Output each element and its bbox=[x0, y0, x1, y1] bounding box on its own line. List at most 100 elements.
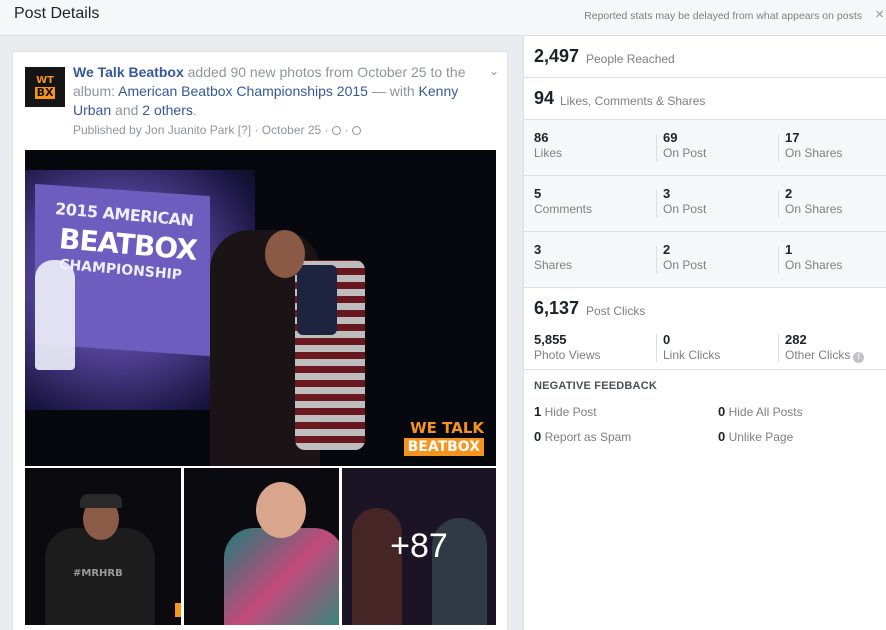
stat-label: Hide All Posts bbox=[728, 405, 803, 419]
divider bbox=[778, 334, 779, 362]
photo-views: 5,855 Photo Views bbox=[534, 332, 601, 363]
stat-label: Hide Post bbox=[544, 405, 597, 419]
divider bbox=[656, 134, 657, 162]
stat-label: On Post bbox=[663, 202, 707, 216]
post-stats-pane: 2,497 People Reached 94 Likes, Comments … bbox=[523, 36, 886, 630]
engagement-row: 94 Likes, Comments & Shares bbox=[524, 78, 886, 120]
globe-icon bbox=[351, 126, 361, 135]
performer-head bbox=[265, 230, 305, 278]
likes-total: 86 Likes bbox=[534, 130, 562, 166]
thumbnail-photo-1[interactable]: #MRHRB bbox=[25, 468, 181, 625]
meta-separator: · bbox=[344, 123, 349, 137]
post-clicks-section: 6,137 Post Clicks 5,855 Photo Views 0 Link… bbox=[524, 288, 886, 370]
stat-label: On Shares bbox=[785, 258, 843, 272]
thumb2-jacket bbox=[224, 528, 339, 625]
stat-label: Comments bbox=[534, 202, 593, 216]
post-date[interactable]: · October 25 · bbox=[254, 123, 328, 137]
post-meta: Published by Jon Juanito Park [?] · Octo… bbox=[73, 123, 361, 137]
post-clicks-value: 6,137 bbox=[534, 298, 580, 318]
link-clicks: 0 Link Clicks bbox=[663, 332, 720, 363]
stat-number: 2 bbox=[785, 186, 793, 201]
engagement-value: 94 bbox=[534, 88, 555, 108]
thumbnail-photo-3[interactable]: +87 bbox=[342, 468, 496, 625]
stat-label: Shares bbox=[534, 258, 573, 272]
stat-number: 3 bbox=[663, 186, 671, 201]
thumb1-cap bbox=[80, 494, 122, 508]
album-link[interactable]: American Beatbox Championships 2015 bbox=[118, 83, 368, 99]
stat-number: 0 bbox=[718, 404, 726, 419]
stat-label: On Shares bbox=[785, 202, 843, 216]
avatar-logo-bottom: BX bbox=[34, 85, 56, 99]
main-photo[interactable]: 2015 AMERICAN BEATBOX CHAMPIONSHIP WE TA… bbox=[25, 150, 496, 466]
stats-delay-note: Reported stats may be delayed from what … bbox=[584, 10, 862, 22]
shares-breakdown: 3 Shares 2 On Post 1 On Shares bbox=[524, 232, 886, 288]
likes-breakdown: 86 Likes 69 On Post 17 On Shares bbox=[524, 120, 886, 176]
shares-on-shares: 1 On Shares bbox=[785, 242, 842, 278]
and-text: and bbox=[111, 102, 143, 118]
comments-on-shares: 2 On Shares bbox=[785, 186, 842, 222]
stat-number: 86 bbox=[534, 130, 549, 145]
stat-label: On Post bbox=[663, 146, 707, 160]
hide-post-stat: 1 Hide Post bbox=[534, 404, 597, 419]
stat-label: Other Clicks bbox=[785, 348, 851, 362]
logo-line2: BEATBOX bbox=[403, 438, 484, 456]
chevron-down-icon[interactable]: ⌄ bbox=[489, 64, 499, 78]
more-photos-overlay[interactable]: +87 bbox=[342, 468, 496, 625]
others-link[interactable]: 2 others bbox=[142, 102, 193, 118]
stat-number: 5,855 bbox=[534, 332, 567, 347]
stat-label: Photo Views bbox=[534, 348, 601, 362]
flag-stars bbox=[297, 265, 337, 335]
with-text: — with bbox=[367, 83, 419, 99]
divider bbox=[778, 190, 779, 218]
banner-silhouette bbox=[35, 260, 75, 370]
post-headline: We Talk Beatbox added 90 new photos from… bbox=[73, 63, 473, 120]
stat-number: 0 bbox=[534, 429, 542, 444]
info-icon[interactable]: i bbox=[853, 352, 865, 363]
dialog-title: Post Details bbox=[14, 5, 100, 22]
report-spam-stat: 0 Report as Spam bbox=[534, 429, 631, 444]
comments-total: 5 Comments bbox=[534, 186, 592, 222]
stat-number: 5 bbox=[534, 186, 542, 201]
reach-label: People Reached bbox=[586, 52, 675, 66]
thumb1-logo-mark bbox=[175, 603, 181, 617]
comments-breakdown: 5 Comments 3 On Post 2 On Shares bbox=[524, 176, 886, 232]
stat-number: 282 bbox=[785, 332, 807, 347]
stat-number: 69 bbox=[663, 130, 678, 145]
logo-line1: WE TALK bbox=[410, 419, 484, 437]
post-card: WT BX We Talk Beatbox added 90 new photo… bbox=[12, 51, 508, 630]
photo-thumbnails: #MRHRB +87 bbox=[25, 468, 496, 625]
likes-on-shares: 17 On Shares bbox=[785, 130, 842, 166]
other-clicks: 282 Other Clicks i bbox=[785, 332, 865, 363]
stat-label: Report as Spam bbox=[544, 430, 632, 444]
dialog-header: Post Details Reported stats may be delay… bbox=[0, 0, 886, 36]
page-name-link[interactable]: We Talk Beatbox bbox=[73, 64, 184, 80]
post-preview-pane: WT BX We Talk Beatbox added 90 new photo… bbox=[0, 36, 523, 630]
help-link[interactable]: [?] bbox=[238, 123, 251, 137]
negative-feedback-heading: NEGATIVE FEEDBACK bbox=[534, 380, 657, 392]
thumb1-shirt-text: #MRHRB bbox=[73, 568, 123, 579]
page-avatar[interactable]: WT BX bbox=[25, 67, 65, 107]
divider bbox=[656, 334, 657, 362]
stat-number: 17 bbox=[785, 130, 800, 145]
negative-feedback-section: NEGATIVE FEEDBACK 1 Hide Post 0 Hide All… bbox=[524, 370, 886, 444]
unlike-page-stat: 0 Unlike Page bbox=[718, 429, 793, 444]
avatar-logo-top: WT bbox=[36, 74, 54, 86]
divider bbox=[778, 246, 779, 274]
divider bbox=[656, 246, 657, 274]
stat-label: Unlike Page bbox=[728, 430, 794, 444]
stat-number: 0 bbox=[663, 332, 671, 347]
hide-all-posts-stat: 0 Hide All Posts bbox=[718, 404, 803, 419]
stat-number: 0 bbox=[718, 429, 726, 444]
thumb2-face bbox=[256, 482, 306, 538]
watermark-logo: WE TALK BEATBOX bbox=[403, 419, 484, 456]
stat-number: 1 bbox=[785, 242, 793, 257]
reach-row: 2,497 People Reached bbox=[524, 36, 886, 78]
close-icon[interactable]: × bbox=[875, 6, 884, 23]
period-text: . bbox=[192, 102, 197, 118]
published-by: Published by Jon Juanito Park bbox=[73, 123, 235, 137]
more-photos-count: +87 bbox=[390, 527, 448, 565]
likes-on-post: 69 On Post bbox=[663, 130, 706, 166]
clock-icon bbox=[331, 126, 341, 135]
stat-label: On Post bbox=[663, 258, 707, 272]
thumbnail-photo-2[interactable] bbox=[184, 468, 339, 625]
